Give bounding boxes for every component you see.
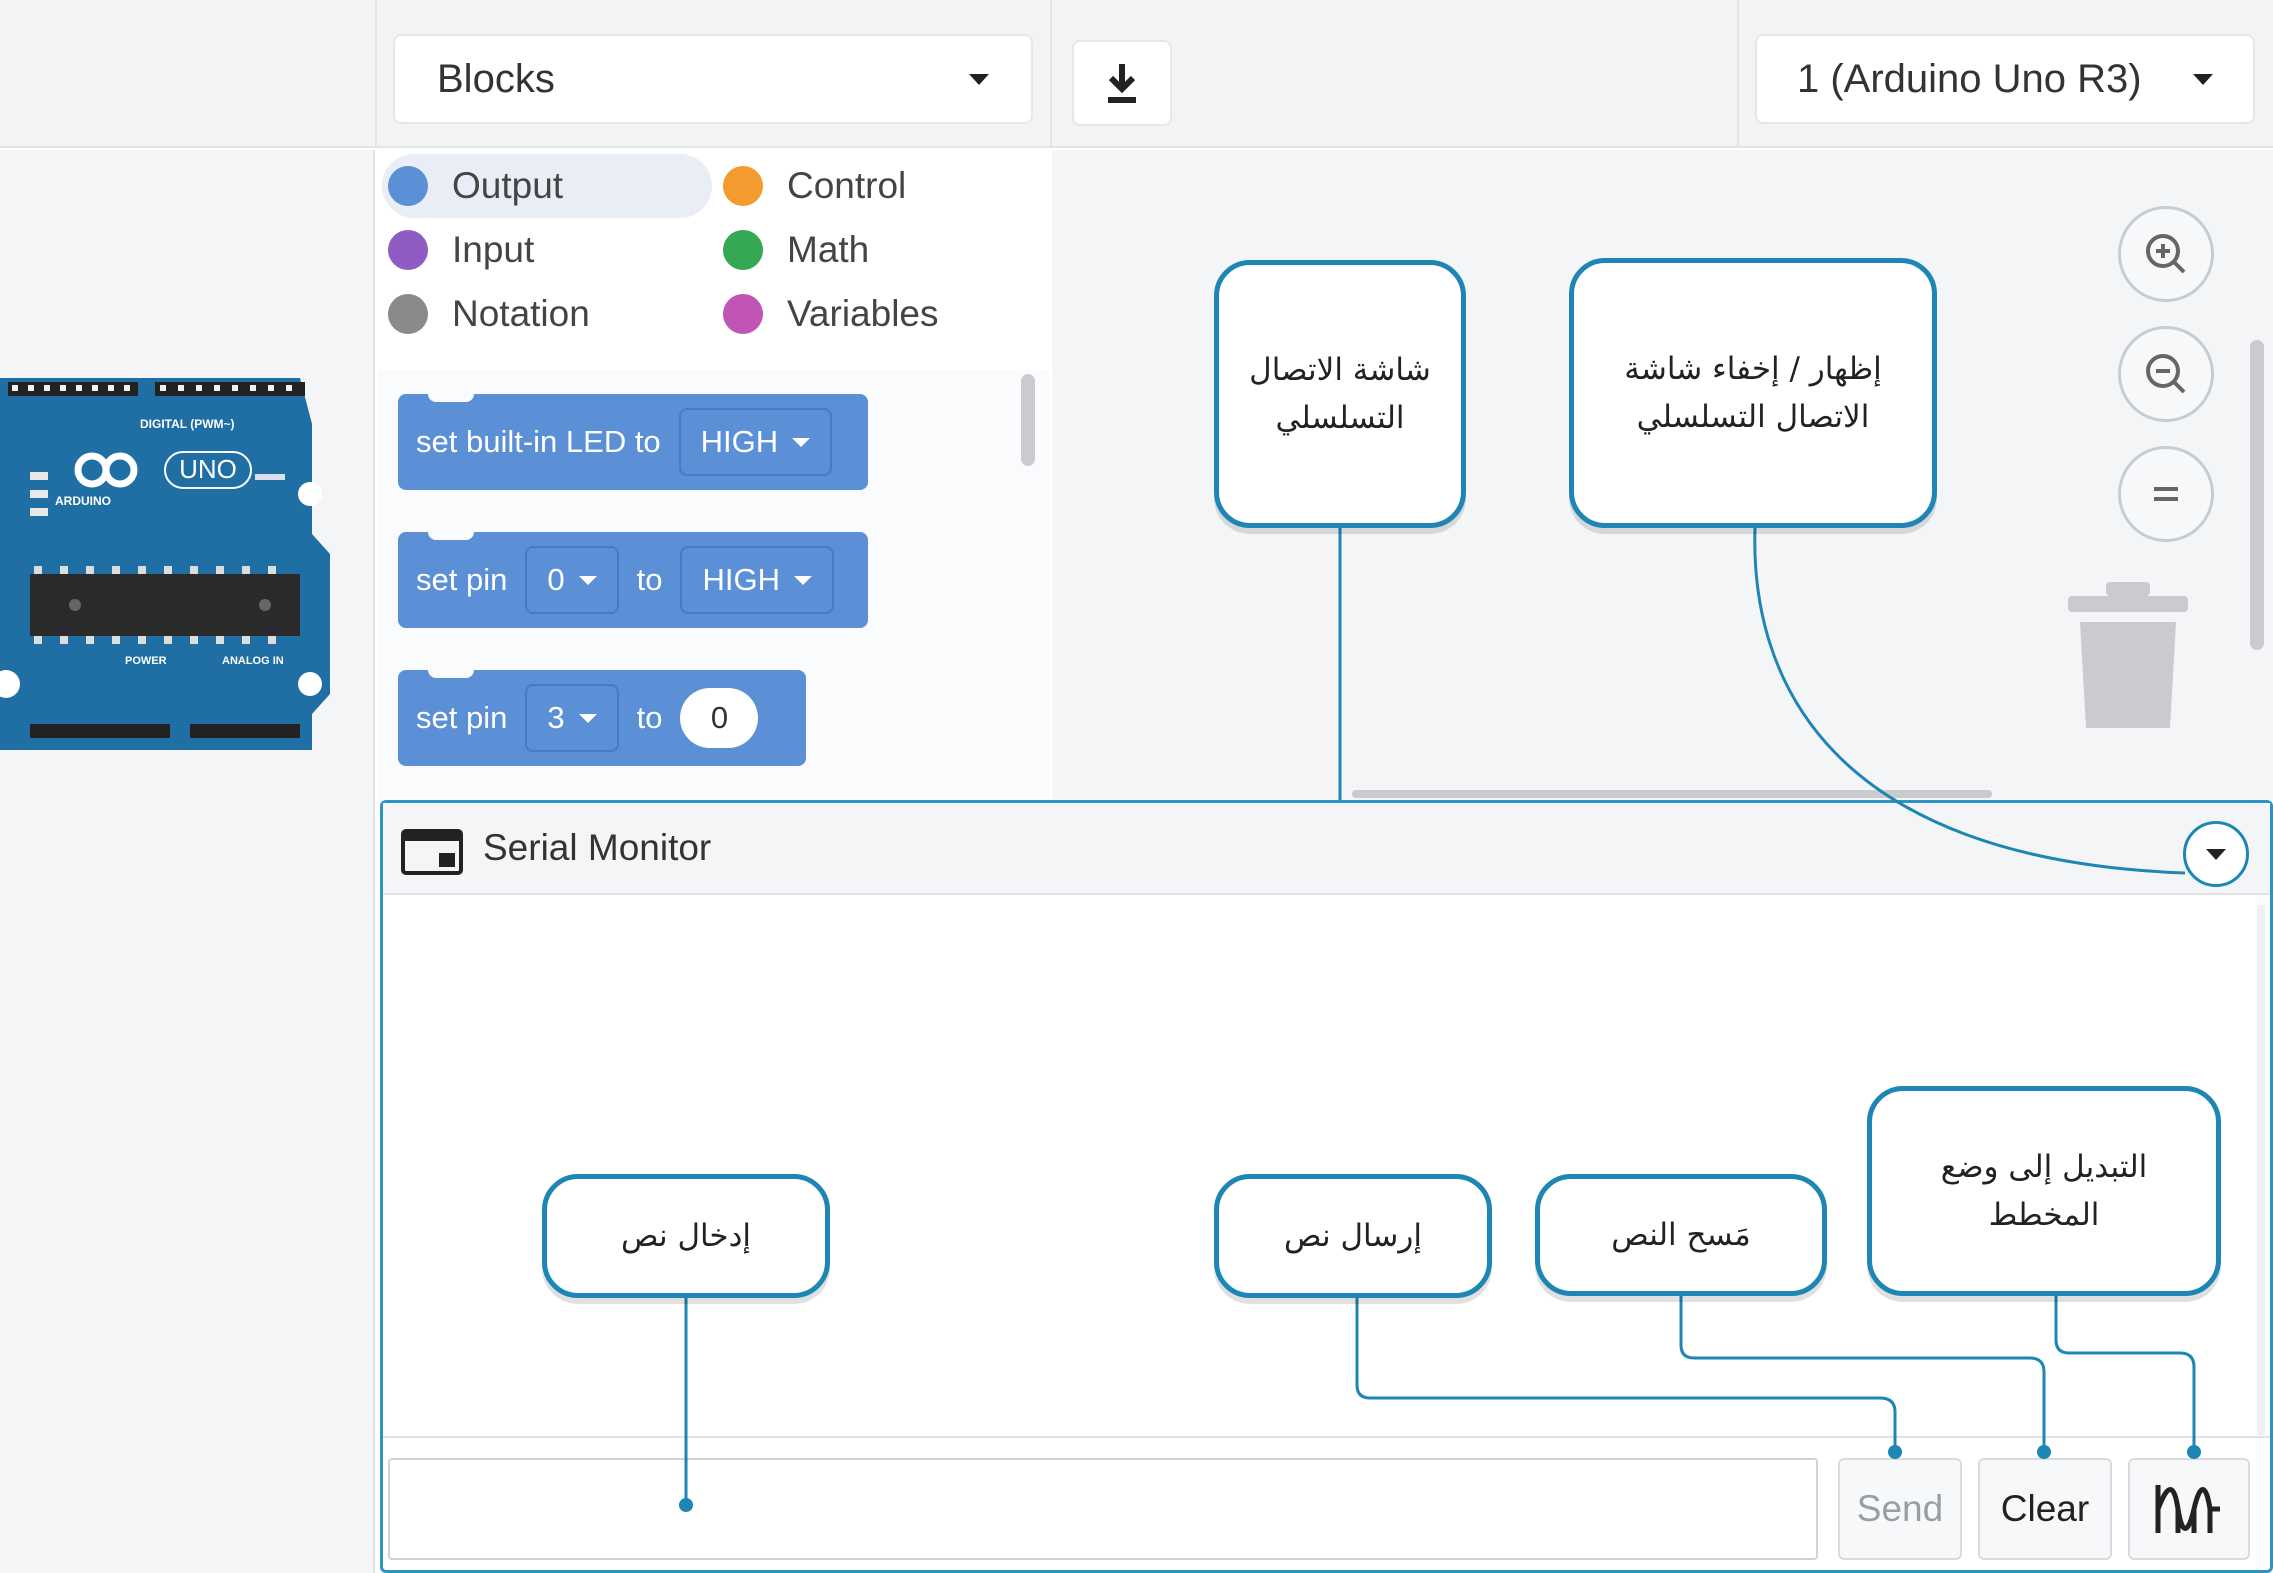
callout-serial-screen: شاشة الاتصال التسلسلي — [1214, 260, 1466, 528]
callout-connectors — [679, 527, 2201, 1512]
callout-enter-text: إدخال نص — [542, 1174, 830, 1298]
callout-switch-plot: التبديل إلى وضع المخطط — [1867, 1086, 2221, 1296]
callout-toggle-serial: إظهار / إخفاء شاشة الاتصال التسلسلي — [1569, 258, 1937, 528]
callout-send-text: إرسال نص — [1214, 1174, 1492, 1298]
callout-clear-text: مَسح النص — [1535, 1174, 1827, 1296]
